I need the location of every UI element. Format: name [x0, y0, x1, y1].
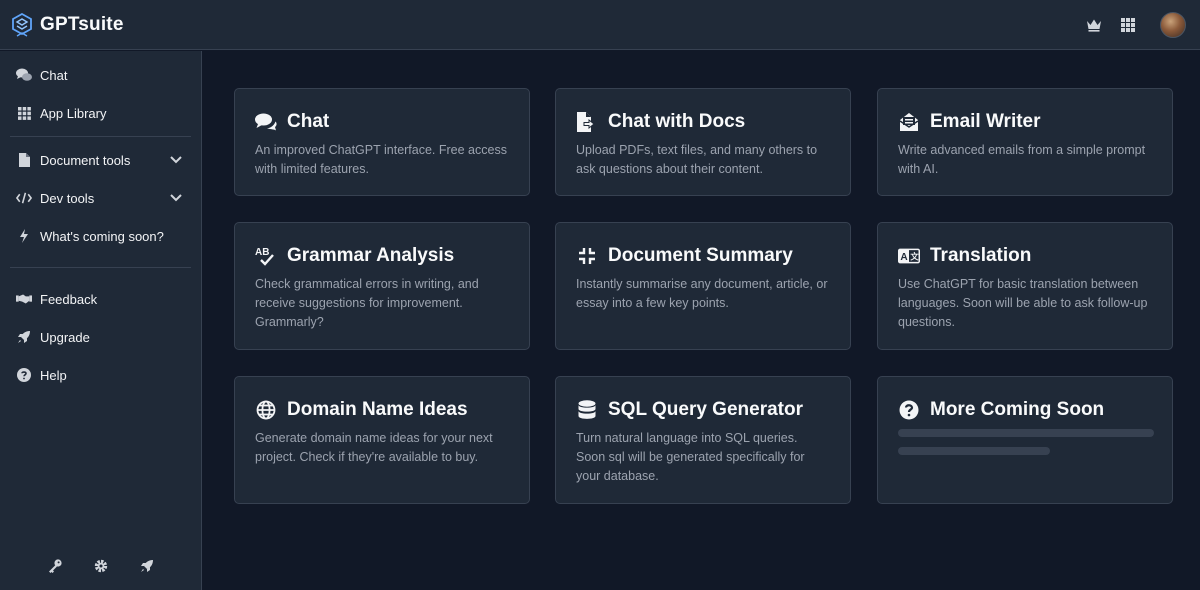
sidebar-item-chat[interactable]: Chat — [0, 56, 201, 94]
bolt-icon — [16, 228, 32, 244]
sidebar-item-label: Help — [40, 367, 67, 383]
top-bar: GPTsuite — [0, 0, 1200, 50]
spellcheck-icon: AB — [255, 245, 277, 267]
app-card-document-summary[interactable]: Document Summary Instantly summarise any… — [555, 222, 851, 350]
card-description: Use ChatGPT for basic translation betwee… — [898, 277, 1148, 329]
translate-icon: A文 — [898, 245, 920, 267]
app-card-translation[interactable]: A文 Translation Use ChatGPT for basic tra… — [877, 222, 1173, 350]
card-title: More Coming Soon — [930, 399, 1105, 420]
card-title: Chat with Docs — [608, 111, 746, 132]
rocket-icon[interactable] — [139, 558, 155, 574]
card-title: Domain Name Ideas — [287, 399, 468, 420]
app-card-more-coming-soon: More Coming Soon — [877, 376, 1173, 504]
compress-icon — [576, 245, 598, 267]
apps-grid-icon[interactable] — [1120, 17, 1136, 33]
app-card-chat-with-docs[interactable]: Chat with Docs Upload PDFs, text files, … — [555, 88, 851, 196]
sidebar-item-dev-tools[interactable]: Dev tools — [0, 179, 201, 217]
chevron-down-icon[interactable] — [169, 153, 183, 167]
chevron-down-icon[interactable] — [169, 191, 183, 205]
question-icon — [16, 367, 32, 383]
sidebar-item-label: Dev tools — [40, 190, 95, 206]
sidebar-divider — [10, 136, 191, 137]
card-description: An improved ChatGPT interface. Free acce… — [255, 143, 507, 176]
app-card-sql-query-generator[interactable]: SQL Query Generator Turn natural languag… — [555, 376, 851, 504]
card-title: Grammar Analysis — [287, 245, 455, 266]
gear-icon[interactable] — [93, 558, 109, 574]
svg-text:AB: AB — [255, 247, 269, 258]
svg-text:文: 文 — [910, 252, 919, 262]
sidebar-item-label: Document tools — [40, 152, 131, 168]
card-description: Turn natural language into SQL queries. … — [576, 431, 805, 483]
sidebar-divider — [10, 267, 191, 268]
rocket-icon — [16, 329, 32, 345]
sidebar-item-app-library[interactable]: App Library — [0, 94, 201, 132]
card-title: Email Writer — [930, 111, 1041, 132]
envelope-open-icon — [898, 111, 920, 133]
file-import-icon — [576, 111, 598, 133]
card-description: Instantly summarise any document, articl… — [576, 277, 828, 310]
question-circle-icon — [898, 399, 920, 421]
sidebar-item-document-tools[interactable]: Document tools — [0, 141, 201, 179]
crown-icon[interactable] — [1086, 17, 1102, 33]
skeleton-line — [898, 447, 1050, 455]
grid-icon — [16, 105, 32, 121]
document-icon — [16, 152, 32, 168]
comments-icon — [16, 67, 32, 83]
card-title: Document Summary — [608, 245, 793, 266]
card-title: SQL Query Generator — [608, 399, 803, 420]
card-description: Generate domain name ideas for your next… — [255, 431, 493, 464]
database-icon — [576, 399, 598, 421]
sidebar: Chat App Library Document tools Dev tool… — [0, 51, 202, 590]
app-card-chat[interactable]: Chat An improved ChatGPT interface. Free… — [234, 88, 530, 196]
card-title: Chat — [287, 111, 330, 132]
sidebar-item-feedback[interactable]: Feedback — [0, 280, 201, 318]
sidebar-item-whats-coming-soon[interactable]: What's coming soon? — [0, 217, 201, 255]
key-icon[interactable] — [47, 558, 63, 574]
card-title: Translation — [930, 245, 1032, 266]
svg-text:A: A — [900, 252, 908, 263]
app-card-email-writer[interactable]: Email Writer Write advanced emails from … — [877, 88, 1173, 196]
app-card-grammar-analysis[interactable]: AB Grammar Analysis Check grammatical er… — [234, 222, 530, 350]
brand[interactable]: GPTsuite — [12, 12, 124, 37]
sidebar-item-label: What's coming soon? — [40, 228, 164, 244]
logo-icon — [12, 12, 32, 37]
globe-icon — [255, 399, 277, 421]
app-card-domain-name-ideas[interactable]: Domain Name Ideas Generate domain name i… — [234, 376, 530, 504]
comments-icon — [255, 111, 277, 133]
sidebar-item-label: Feedback — [40, 291, 98, 307]
card-description: Check grammatical errors in writing, and… — [255, 277, 479, 329]
handshake-icon — [16, 291, 32, 307]
sidebar-item-label: Chat — [40, 67, 68, 83]
skeleton-line — [898, 429, 1154, 437]
app-name: GPTsuite — [40, 13, 124, 35]
sidebar-item-upgrade[interactable]: Upgrade — [0, 318, 201, 356]
user-avatar[interactable] — [1160, 11, 1186, 38]
card-description: Write advanced emails from a simple prom… — [898, 143, 1146, 176]
sidebar-item-label: Upgrade — [40, 329, 90, 345]
sidebar-item-help[interactable]: Help — [0, 356, 201, 394]
card-description: Upload PDFs, text files, and many others… — [576, 143, 818, 176]
code-icon — [16, 190, 32, 206]
sidebar-item-label: App Library — [40, 105, 107, 121]
